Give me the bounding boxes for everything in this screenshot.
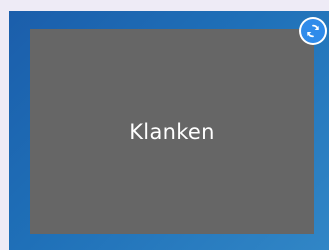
card-image-placeholder[interactable]: Klanken — [30, 29, 314, 234]
refresh-button[interactable] — [299, 17, 327, 45]
refresh-icon — [301, 19, 325, 43]
card-label: Klanken — [129, 119, 215, 144]
sound-card[interactable]: Klanken — [9, 11, 329, 250]
